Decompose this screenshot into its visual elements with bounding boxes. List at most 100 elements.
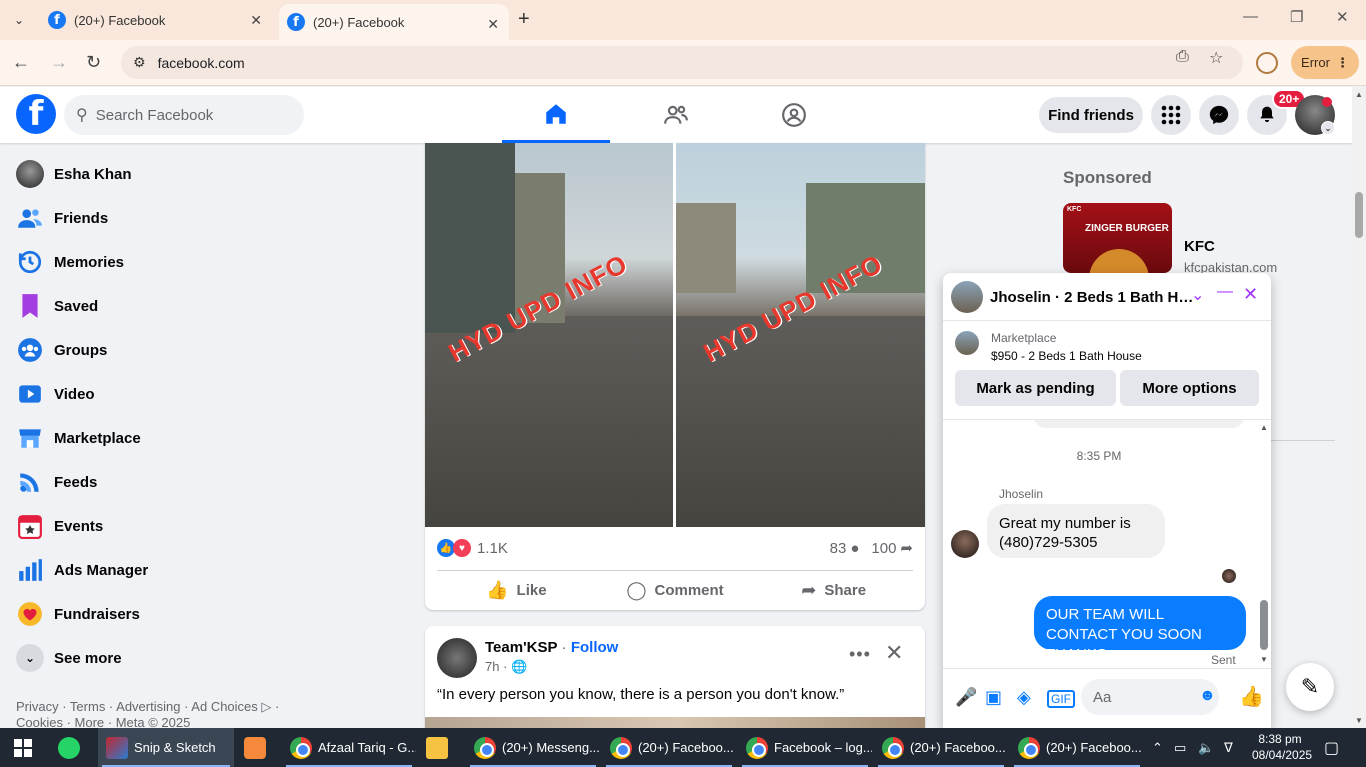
notification-center-icon[interactable]: ▢	[1324, 738, 1339, 758]
taskbar-app-chrome-3[interactable]: (20+) Faceboo...	[602, 728, 736, 767]
post-time-text[interactable]: 7h	[485, 659, 499, 674]
close-chat-icon[interactable]: ✕	[1243, 284, 1258, 305]
chat-scrollbar[interactable]: ▲ ▼	[1257, 420, 1271, 665]
browser-profile-icon[interactable]	[1256, 52, 1278, 74]
forward-button[interactable]: →	[50, 52, 68, 73]
sidebar-item-fundraisers[interactable]: Fundraisers	[8, 592, 298, 636]
follow-button[interactable]: Follow	[571, 639, 619, 656]
taskbar-app-vlc[interactable]	[236, 728, 280, 767]
browser-error-button[interactable]: Error ⋮	[1291, 46, 1359, 79]
volume-icon[interactable]: 🔈	[1198, 740, 1214, 756]
sidebar-item-memories[interactable]: Memories	[8, 240, 298, 284]
chevron-down-icon[interactable]: ⌄	[1191, 285, 1204, 305]
page-scrollbar[interactable]: ▲ ▼	[1352, 87, 1366, 728]
close-window-icon[interactable]: ✕	[1336, 8, 1349, 26]
taskbar-file-explorer[interactable]	[418, 728, 464, 767]
post-photo-right[interactable]: HYD UPD INFO	[676, 143, 925, 527]
windows-start-icon[interactable]	[14, 739, 32, 757]
language-icon[interactable]: ᐁ	[1224, 740, 1233, 756]
taskbar-app-snip-sketch[interactable]: Snip & Sketch	[98, 728, 234, 767]
thumbs-up-send-icon[interactable]: 👍	[1239, 684, 1264, 709]
post-photo-left[interactable]: HYD UPD INFO	[425, 143, 673, 527]
sidebar-item-video[interactable]: Video	[8, 372, 298, 416]
browser-tab-1[interactable]: f (20+) Facebook ✕	[40, 0, 272, 40]
taskbar-app-chrome-4[interactable]: Facebook – log...	[738, 728, 872, 767]
scroll-up-icon[interactable]: ▲	[1355, 90, 1363, 99]
scroll-down-icon[interactable]: ▼	[1260, 655, 1268, 664]
sticker-icon[interactable]: ◈	[1017, 687, 1031, 708]
sidebar-item-marketplace[interactable]: Marketplace	[8, 416, 298, 460]
ad-image[interactable]: KFC ZINGER BURGER	[1063, 203, 1172, 273]
incoming-message[interactable]: Great my number is (480)729-5305	[987, 504, 1165, 558]
taskbar-app-chrome-6[interactable]: (20+) Faceboo...	[1010, 728, 1144, 767]
comment-count[interactable]: 83	[830, 540, 847, 557]
sidebar-item-events[interactable]: Events	[8, 504, 298, 548]
author-avatar[interactable]	[437, 638, 477, 678]
footer-line-1[interactable]: Privacy · Terms · Advertising · Ad Choic…	[16, 699, 296, 715]
chevron-down-icon[interactable]: ⌄	[1321, 121, 1335, 135]
friends-tab[interactable]	[622, 87, 730, 143]
microphone-icon[interactable]: 🎤	[955, 687, 977, 708]
minimize-window-icon[interactable]: —	[1243, 8, 1258, 25]
address-bar[interactable]: ⚙ facebook.com	[121, 46, 1243, 79]
home-tab[interactable]	[502, 87, 610, 143]
sidebar-item-groups[interactable]: Groups	[8, 328, 298, 372]
marketplace-listing[interactable]: Marketplace $950 - 2 Beds 1 Bath House	[943, 321, 1271, 367]
search-input[interactable]: ⚲ Search Facebook	[64, 95, 304, 135]
new-tab-button[interactable]: +	[518, 8, 530, 31]
sidebar-item-saved[interactable]: Saved	[8, 284, 298, 328]
scroll-down-icon[interactable]: ▼	[1355, 716, 1363, 725]
like-button[interactable]: 👍 Like	[437, 573, 596, 607]
groups-tab[interactable]	[740, 87, 848, 143]
restore-window-icon[interactable]: ❐	[1290, 8, 1303, 26]
browser-tab-2[interactable]: f (20+) Facebook ✕	[279, 4, 509, 40]
reload-button[interactable]: ↻	[86, 52, 101, 73]
photo-icon[interactable]: ▣	[985, 687, 1002, 708]
chat-title[interactable]: Jhoselin · 2 Beds 1 Bath Ho...	[990, 289, 1200, 306]
find-friends-button[interactable]: Find friends	[1039, 97, 1143, 133]
sidebar-item-profile[interactable]: Esha Khan	[8, 152, 298, 196]
mark-as-pending-button[interactable]: Mark as pending	[955, 370, 1116, 406]
taskbar-app-chrome-2[interactable]: (20+) Messeng...	[466, 728, 600, 767]
install-app-icon[interactable]: ⎙	[1176, 48, 1189, 66]
sender-avatar[interactable]	[951, 530, 979, 558]
scrollbar-thumb[interactable]	[1260, 600, 1268, 650]
sidebar-item-see-more[interactable]: ⌄ See more	[8, 636, 298, 680]
chat-avatar[interactable]	[951, 281, 983, 313]
taskbar-app-chrome-1[interactable]: Afzaal Tariq - G...	[282, 728, 416, 767]
facebook-logo-icon[interactable]: f	[16, 94, 56, 134]
minimize-chat-icon[interactable]: —	[1217, 283, 1233, 301]
close-tab-icon[interactable]: ✕	[250, 12, 262, 29]
more-options-button[interactable]: More options	[1120, 370, 1259, 406]
sidebar-item-feeds[interactable]: Feeds	[8, 460, 298, 504]
close-icon[interactable]: ✕	[885, 640, 903, 666]
menu-button[interactable]	[1151, 95, 1191, 135]
chat-header[interactable]: Jhoselin · 2 Beds 1 Bath Ho... ⌄ — ✕	[943, 273, 1271, 321]
sidebar-item-friends[interactable]: Friends	[8, 196, 298, 240]
share-button[interactable]: ➦ Share	[754, 573, 913, 607]
whatsapp-taskbar-icon[interactable]	[50, 728, 96, 767]
bookmark-star-icon[interactable]: ☆	[1209, 48, 1223, 68]
tab-search-button[interactable]: ⌄	[6, 8, 32, 32]
new-message-button[interactable]: ✎	[1286, 663, 1334, 711]
scrollbar-thumb[interactable]	[1355, 192, 1363, 238]
scroll-up-icon[interactable]: ▲	[1260, 423, 1268, 432]
reactions-summary[interactable]: 👍 ♥ 1.1K	[437, 539, 508, 557]
messenger-button[interactable]	[1199, 95, 1239, 135]
ad-brand[interactable]: KFC	[1184, 238, 1215, 255]
more-options-icon[interactable]: •••	[849, 644, 871, 665]
share-count[interactable]: 100	[871, 540, 896, 557]
tray-chevron-icon[interactable]: ⌃	[1152, 740, 1163, 756]
site-info-icon[interactable]: ⚙	[133, 54, 146, 71]
close-tab-icon[interactable]: ✕	[487, 16, 499, 33]
back-button[interactable]: ←	[12, 52, 30, 73]
sidebar-item-ads-manager[interactable]: Ads Manager	[8, 548, 298, 592]
taskbar-clock[interactable]: 8:38 pm 08/04/2025	[1252, 731, 1312, 763]
battery-icon[interactable]: ▭	[1174, 740, 1186, 756]
comment-button[interactable]: ◯ Comment	[596, 573, 755, 607]
gif-icon[interactable]: GIF	[1047, 690, 1075, 708]
outgoing-message[interactable]: OUR TEAM WILL CONTACT YOU SOON THANKS	[1034, 596, 1246, 663]
author-name[interactable]: Team'KSP	[485, 639, 557, 656]
footer-links[interactable]: Privacy · Terms · Advertising · Ad Choic…	[16, 699, 296, 731]
emoji-icon[interactable]: ☻	[1199, 687, 1216, 705]
